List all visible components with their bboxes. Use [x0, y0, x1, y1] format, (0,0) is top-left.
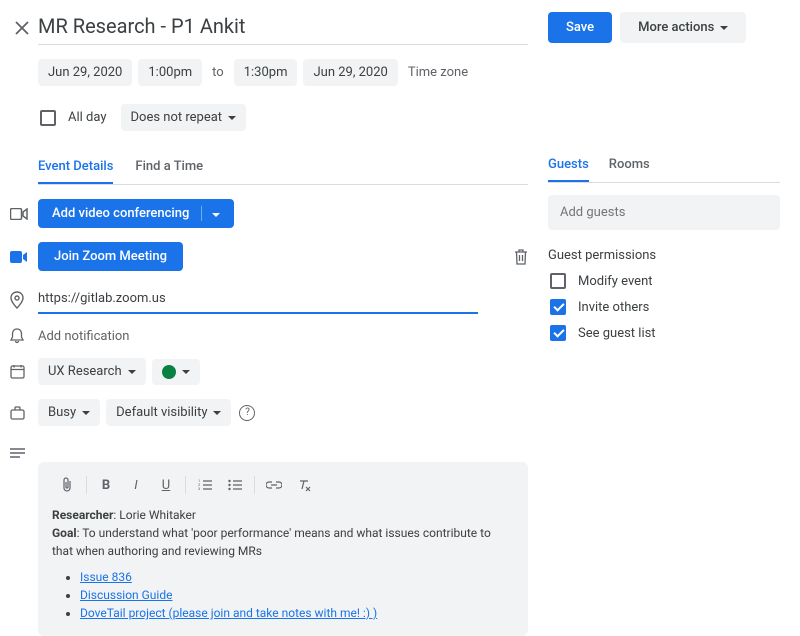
- tab-rooms[interactable]: Rooms: [609, 149, 650, 182]
- start-time-chip[interactable]: 1:00pm: [138, 59, 202, 86]
- tab-guests[interactable]: Guests: [548, 149, 589, 182]
- zoom-icon: [10, 251, 38, 263]
- join-zoom-button[interactable]: Join Zoom Meeting: [38, 242, 183, 271]
- start-date-chip[interactable]: Jun 29, 2020: [38, 59, 132, 86]
- allday-label: All day: [68, 110, 107, 125]
- bell-icon: [10, 328, 38, 344]
- color-select[interactable]: [152, 359, 200, 385]
- add-guests-input[interactable]: [548, 195, 780, 230]
- end-date-chip[interactable]: Jun 29, 2020: [303, 59, 397, 86]
- trash-icon[interactable]: [514, 249, 528, 265]
- underline-icon[interactable]: U: [151, 472, 181, 498]
- tab-event-details[interactable]: Event Details: [38, 151, 113, 184]
- numbered-list-icon[interactable]: 123: [190, 472, 220, 498]
- description-icon: [10, 448, 38, 458]
- attach-icon[interactable]: [52, 472, 82, 498]
- location-icon: [10, 291, 38, 309]
- modify-event-checkbox[interactable]: [550, 273, 566, 289]
- more-actions-button[interactable]: More actions: [620, 12, 746, 43]
- desc-link-2[interactable]: DoveTail project (please join and take n…: [80, 606, 377, 620]
- availability-select[interactable]: Busy: [38, 399, 100, 426]
- desc-link-1[interactable]: Discussion Guide: [80, 588, 172, 602]
- guest-permissions-title: Guest permissions: [548, 248, 780, 263]
- bold-icon[interactable]: B: [91, 472, 121, 498]
- invite-others-checkbox[interactable]: [550, 299, 566, 315]
- close-icon[interactable]: [10, 16, 34, 40]
- bullet-list-icon[interactable]: [220, 472, 250, 498]
- help-icon[interactable]: ?: [239, 405, 255, 421]
- modify-event-label: Modify event: [578, 274, 653, 289]
- save-button[interactable]: Save: [548, 12, 612, 43]
- calendar-icon: [10, 364, 38, 379]
- link-icon[interactable]: [259, 472, 289, 498]
- event-title-input[interactable]: [38, 12, 528, 45]
- tab-find-time[interactable]: Find a Time: [135, 151, 203, 184]
- svg-text:3: 3: [198, 486, 200, 491]
- video-icon: [10, 208, 38, 220]
- italic-icon[interactable]: I: [121, 472, 151, 498]
- allday-checkbox[interactable]: [40, 110, 56, 126]
- see-guest-list-label: See guest list: [578, 326, 656, 341]
- calendar-select[interactable]: UX Research: [38, 358, 146, 385]
- add-video-conf-button[interactable]: Add video conferencing: [38, 199, 234, 228]
- visibility-select[interactable]: Default visibility: [106, 399, 231, 426]
- desc-link-0[interactable]: Issue 836: [80, 570, 132, 584]
- see-guest-list-checkbox[interactable]: [550, 325, 566, 341]
- description-editor[interactable]: B I U 123 Researcher: Lorie Whitaker Goa…: [38, 462, 528, 636]
- to-label: to: [212, 65, 224, 80]
- timezone-link[interactable]: Time zone: [408, 65, 468, 80]
- clear-format-icon[interactable]: [289, 472, 319, 498]
- briefcase-icon: [10, 406, 38, 420]
- repeat-select[interactable]: Does not repeat: [121, 104, 247, 131]
- add-notification-link[interactable]: Add notification: [38, 329, 129, 344]
- end-time-chip[interactable]: 1:30pm: [234, 59, 298, 86]
- location-input[interactable]: [38, 285, 478, 314]
- invite-others-label: Invite others: [578, 300, 649, 315]
